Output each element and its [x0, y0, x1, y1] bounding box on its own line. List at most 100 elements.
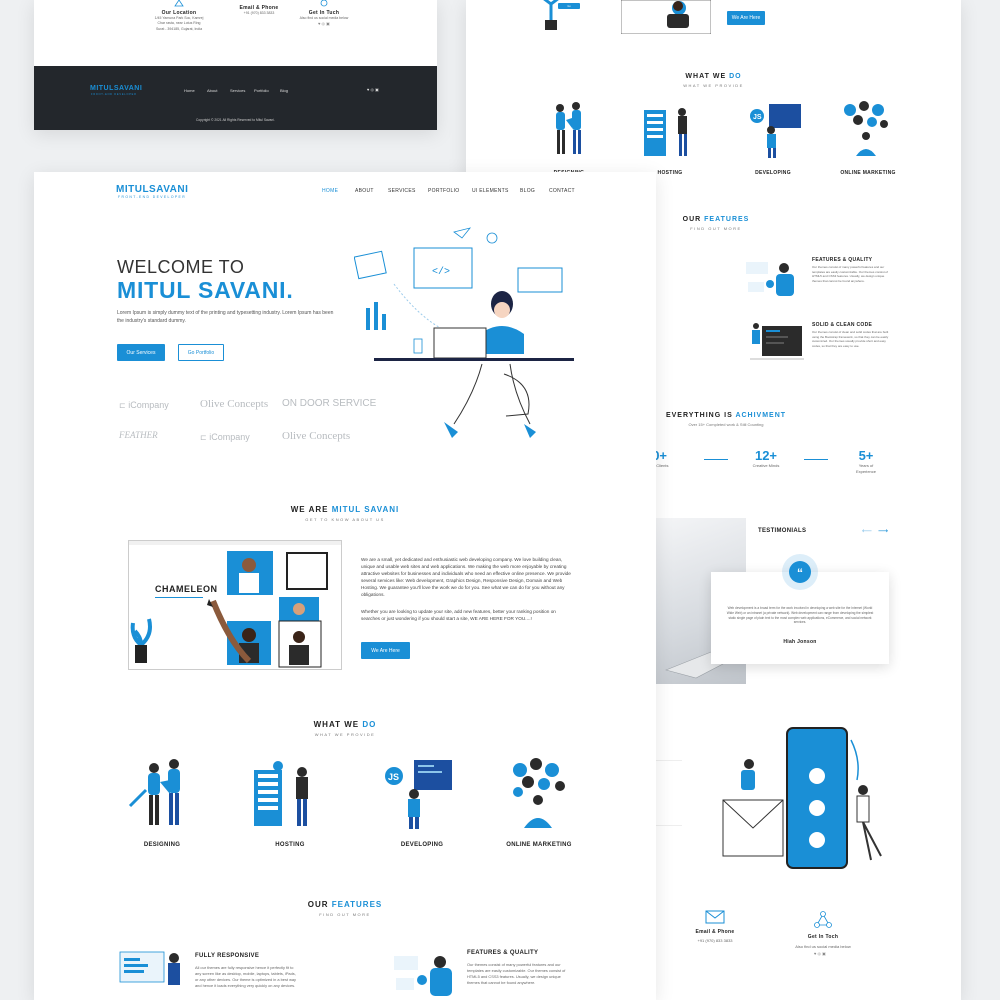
main-card: MITULSAVANI FRONT-END DEVELOPER HOME ABO… — [34, 172, 656, 1000]
nav-services[interactable]: SERVICES — [388, 188, 416, 194]
feature-text: Our themes consist of many powerful feat… — [467, 962, 566, 985]
stat-value: 12+ — [754, 448, 778, 463]
svg-text:</>: </> — [432, 266, 450, 278]
nav-portfolio[interactable]: PORTFOLIO — [428, 188, 460, 194]
testimonial-prev-arrow[interactable]: ⟵ — [862, 527, 872, 535]
feature-title: FEATURES & QUALITY — [467, 950, 539, 956]
service-label: HOSTING — [275, 842, 305, 848]
features-sub: FIND OUT MORE — [319, 912, 371, 917]
site-logo[interactable]: MITULSAVANI — [116, 184, 188, 195]
quality-illustration — [394, 956, 452, 996]
right-services-title: WHAT WE DO — [466, 73, 961, 80]
footer-link-home[interactable]: Home — [184, 88, 195, 93]
about-paragraph-1: We are a small, yet dedicated and enthus… — [361, 557, 571, 598]
service-label: DEVELOPING — [400, 842, 444, 848]
stat-label: Creative Minds — [752, 463, 780, 468]
client-logo: ⊏ iCompany — [119, 400, 169, 410]
nav-ui-elements[interactable]: UI ELEMENTS — [472, 188, 509, 194]
designing-illustration — [556, 102, 581, 154]
testimonial-author: Hiah Jonson — [783, 639, 817, 645]
stat-divider — [804, 459, 828, 460]
responsive-illustration — [119, 951, 180, 985]
client-logo-text: Olive Concepts — [200, 398, 269, 410]
contact-line: Surat - 394185, Gujarat, India — [155, 26, 203, 31]
stat-years: 5+ Years of Experience — [836, 448, 896, 475]
right-contact-title: Get In Toch — [807, 934, 839, 940]
right-service-label: DEVELOPING — [755, 170, 791, 176]
footer-link-portfolio[interactable]: Portfolio — [254, 88, 269, 93]
features-title: OUR FEATURES — [34, 900, 656, 909]
achievement-title-a: EVERYTHING IS — [665, 412, 736, 419]
nav-contact[interactable]: CONTACT — [549, 188, 575, 194]
about-title: WE ARE MITUL SAVANI — [34, 505, 656, 514]
right-feature-title: FEATURES & QUALITY — [812, 257, 873, 263]
developing-illustration: JS — [750, 104, 801, 158]
right-features-title-b: FEATURES — [704, 216, 750, 223]
right-we-are-here-button[interactable]: We Are Here — [727, 11, 765, 25]
footer-logo-sub: FRONT-END DEVELOPER — [91, 93, 137, 96]
email-icon — [705, 910, 725, 924]
footer-link-blog[interactable]: Blog — [280, 88, 288, 93]
testimonial-next-arrow[interactable]: ⟶ — [878, 527, 888, 535]
developing-illustration: JS — [385, 760, 452, 829]
about-title-b: MITUL SAVANI — [331, 505, 400, 514]
right-services-title-a: WHAT WE — [685, 73, 730, 80]
footer-link-services[interactable]: Services — [230, 88, 245, 93]
right-social-icons[interactable]: ♥ ◎ ▣ — [814, 951, 826, 956]
social-icons[interactable]: ♥ ◎ ▣ — [274, 21, 374, 27]
social-icon — [320, 0, 328, 7]
top-small-button[interactable]: Go — [558, 3, 580, 9]
achievement-sub: Over 15+ Completed work & Still Counting — [688, 422, 764, 427]
features-title-b: FEATURES — [331, 900, 383, 909]
quality-illustration — [746, 262, 794, 296]
our-services-label: Our Services — [126, 349, 156, 356]
top-small-button-label: Go — [567, 4, 571, 8]
testimonials-title: TESTIMONIALS — [758, 528, 807, 534]
we-are-here-label: We Are Here — [371, 647, 400, 654]
quote-icon: “ — [789, 561, 811, 583]
our-services-button[interactable]: Our Services — [117, 344, 165, 361]
designing-illustration — [128, 759, 180, 825]
service-label: DESIGNING — [143, 842, 181, 848]
client-logo-text: FEATHER — [119, 430, 158, 440]
clean-code-illustration — [750, 323, 804, 360]
hero-text: Lorem Ipsum is simply dummy text of the … — [117, 310, 334, 324]
stat-divider — [704, 459, 728, 460]
about-image: CHAMELEON — [128, 540, 342, 670]
footer-bar: MITULSAVANI FRONT-END DEVELOPER Home Abo… — [34, 66, 437, 130]
nav-blog[interactable]: BLOG — [520, 188, 535, 194]
client-logo: Olive Concepts — [200, 398, 268, 410]
client-logo: Olive Concepts — [282, 430, 350, 442]
stat-value: 5+ — [858, 448, 874, 463]
contact-form-ghost — [656, 760, 682, 826]
nav-home[interactable]: HOME — [322, 188, 338, 194]
feature-text: All our themes are fully responsive henc… — [195, 965, 296, 988]
right-feature-text: Our themes consist of clean and solid co… — [812, 330, 889, 348]
right-services-sub: WHAT WE PROVIDE — [683, 83, 744, 88]
go-portfolio-button[interactable]: Go Portfolio — [178, 344, 224, 361]
nav-about[interactable]: ABOUT — [355, 188, 374, 194]
client-logo-text: Olive Concepts — [282, 430, 351, 442]
right-contact-line: Also find us social media below — [795, 944, 851, 949]
achievement-title-b: ACHIVMENT — [735, 412, 787, 419]
service-label: ONLINE MARKETING — [506, 842, 572, 848]
top-left-card: Our Location 1/45 Yamuna Park Soc, Kamre… — [34, 0, 437, 130]
stat-creative-minds: 12+ Creative Minds — [736, 448, 796, 469]
footer-logo[interactable]: MITULSAVANI — [90, 85, 142, 92]
client-logo: FEATHER — [119, 430, 158, 440]
go-portfolio-label: Go Portfolio — [187, 349, 215, 356]
hosting-illustration — [644, 108, 687, 156]
footer-social-icons[interactable]: ♥ ◎ ▣ — [367, 87, 379, 92]
online-marketing-illustration — [844, 101, 888, 156]
online-marketing-illustration — [513, 758, 565, 828]
hero-illustration: </> — [354, 227, 574, 438]
right-feature-text: Our themes consist of many powerful feat… — [812, 265, 888, 283]
right-service-label: ONLINE MARKETING — [840, 170, 896, 176]
right-contact-title: Email & Phone — [695, 929, 735, 935]
we-are-here-button[interactable]: We Are Here — [361, 642, 410, 659]
contact-social: Get In Tuch Also find us social media be… — [274, 0, 374, 27]
services-title-a: WHAT WE — [313, 720, 363, 729]
feature-title: FULLY RESPONSIVE — [195, 953, 260, 959]
svg-text:JS: JS — [388, 772, 399, 782]
footer-link-about[interactable]: About — [207, 88, 217, 93]
